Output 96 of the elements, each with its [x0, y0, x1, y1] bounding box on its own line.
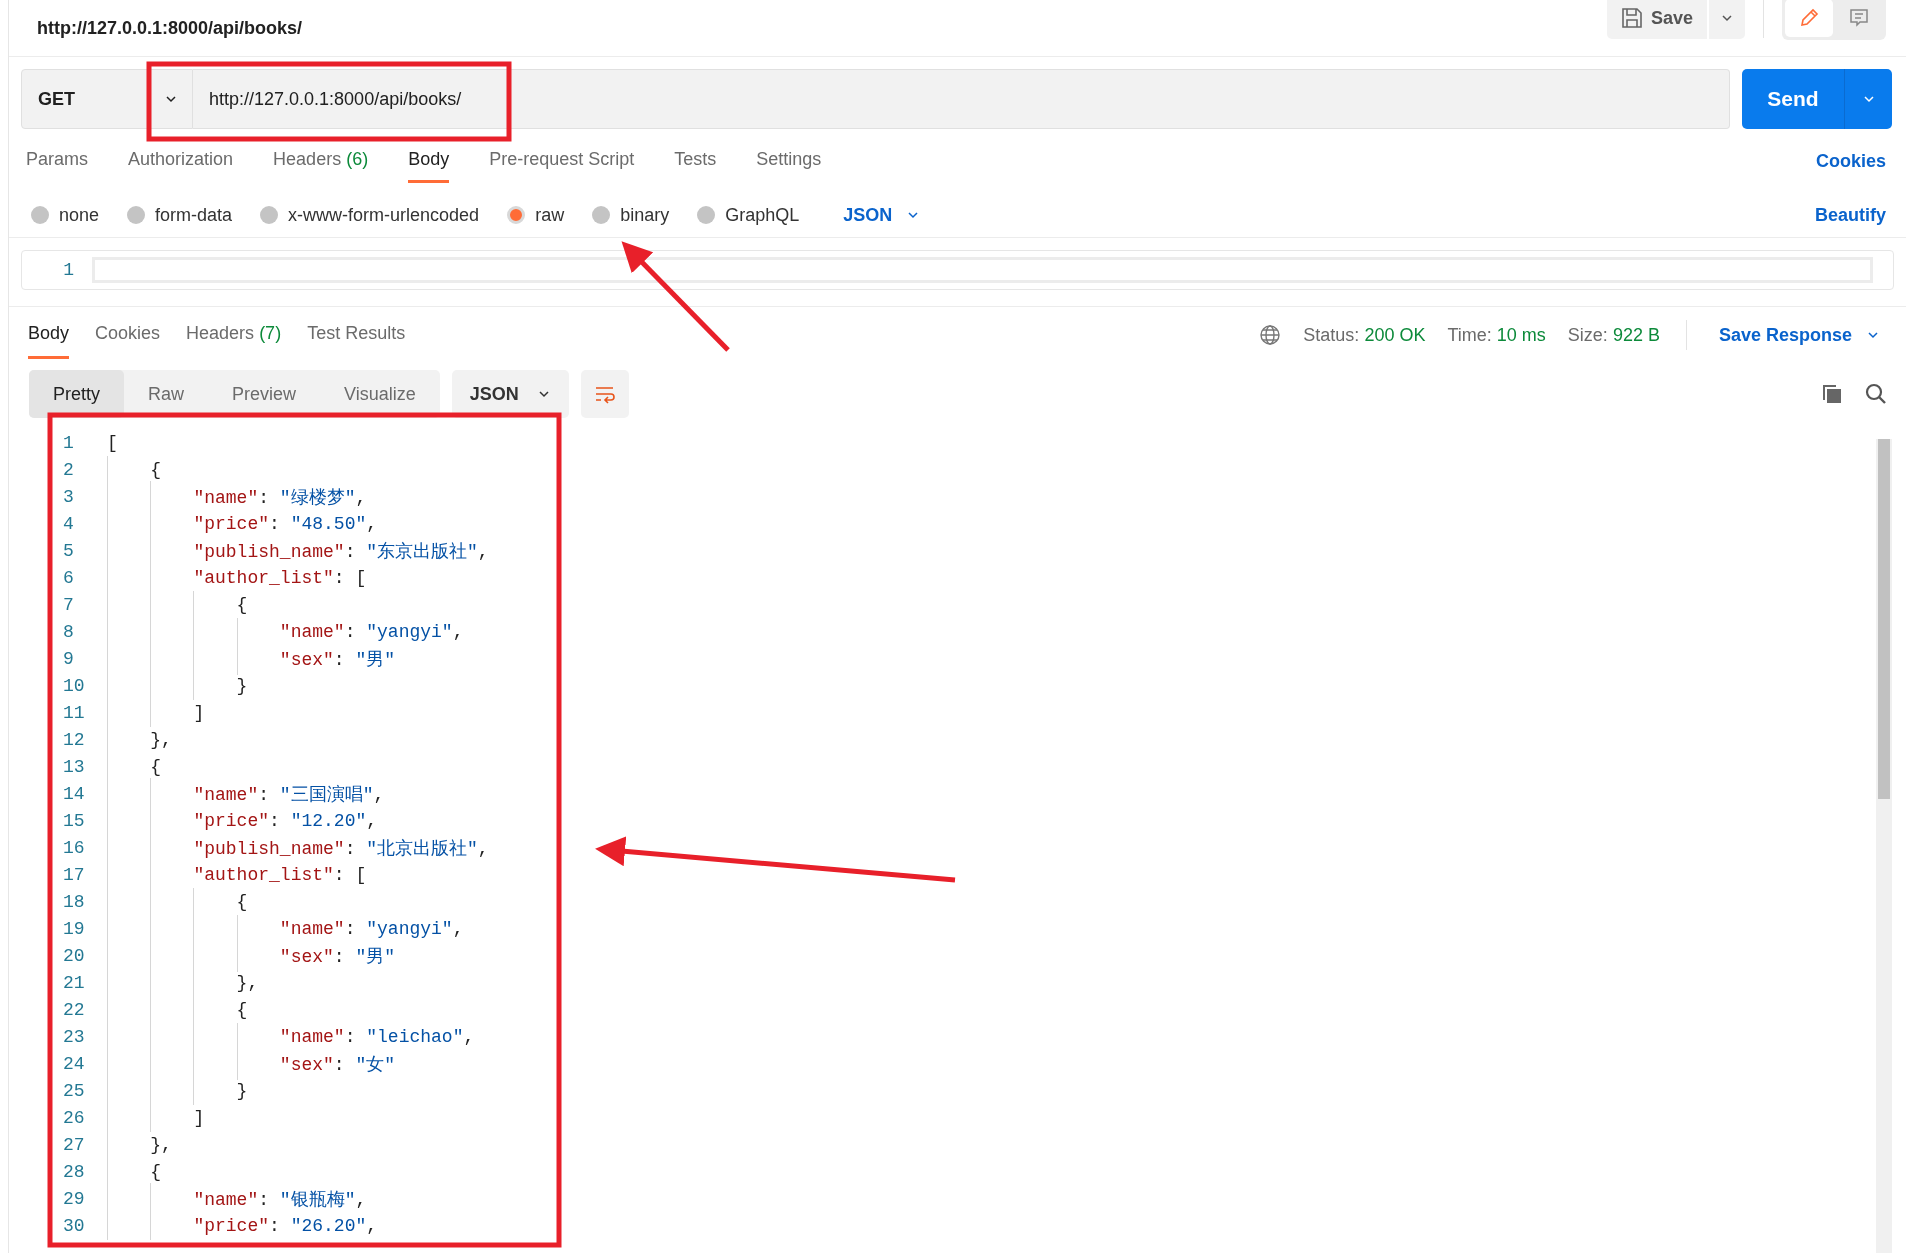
beautify-link[interactable]: Beautify — [1809, 203, 1892, 227]
radio-dot[interactable] — [592, 206, 611, 224]
view-mode-tab[interactable]: Pretty — [29, 370, 124, 418]
line-number: 4 — [62, 513, 75, 534]
line-number: 28 — [62, 1161, 86, 1182]
view-mode-tab[interactable]: Preview — [208, 370, 321, 418]
line-number: 15 — [62, 810, 86, 831]
line-number: 13 — [62, 756, 86, 777]
line-number: 2 — [62, 459, 75, 480]
body-type-radio[interactable]: binary — [592, 204, 670, 226]
code-line: }, — [107, 1134, 172, 1155]
format-dropdown[interactable]: JSON — [451, 370, 569, 418]
request-tab[interactable]: Pre-request Script — [489, 139, 635, 183]
request-title: http://127.0.0.1:8000/api/books/ — [37, 17, 304, 39]
response-stat: Status: 200 OK — [1303, 324, 1426, 346]
line-number: 23 — [62, 1026, 86, 1047]
line-number: 21 — [62, 972, 86, 993]
view-mode-tab[interactable]: Visualize — [320, 370, 440, 418]
code-line: "publish_name": "北京出版社", — [107, 835, 489, 860]
pencil-icon — [1798, 7, 1820, 29]
copy-icon — [1820, 382, 1844, 406]
view-mode-tab[interactable]: Raw — [124, 370, 209, 418]
wrap-lines-button[interactable] — [580, 370, 629, 418]
line-number: 1 — [62, 260, 75, 280]
body-type-radio[interactable]: GraphQL — [697, 204, 800, 226]
line-number: 22 — [62, 999, 86, 1020]
line-number: 6 — [62, 567, 75, 588]
code-line: "name": "leichao", — [107, 1026, 475, 1047]
line-number: 3 — [62, 486, 75, 507]
request-tab[interactable]: Settings — [756, 139, 822, 183]
code-line: "name": "三国演唱", — [107, 781, 385, 806]
line-number: 7 — [62, 594, 75, 615]
response-stat: Time: 10 ms — [1447, 324, 1546, 346]
url-field[interactable]: http://127.0.0.1:8000/api/books/ — [193, 69, 1730, 129]
save-response-button[interactable]: Save Response — [1712, 323, 1886, 347]
request-tab[interactable]: Body — [408, 139, 450, 183]
line-number: 11 — [62, 702, 86, 723]
line-number: 9 — [62, 648, 75, 669]
body-editor[interactable]: 1 — [21, 250, 1894, 290]
response-tab[interactable]: Headers (7) — [186, 311, 282, 359]
line-number: 24 — [62, 1053, 86, 1074]
radio-dot[interactable] — [31, 206, 49, 224]
radio-dot[interactable] — [697, 206, 716, 224]
line-number: 19 — [62, 918, 86, 939]
response-stat: Size: 922 B — [1567, 324, 1660, 346]
code-line: "name": "yangyi", — [107, 621, 464, 642]
body-type-radio[interactable]: none — [31, 204, 100, 226]
body-type-radio[interactable]: raw — [507, 204, 565, 226]
radio-dot[interactable] — [507, 206, 526, 224]
line-number: 12 — [62, 729, 86, 750]
request-tab[interactable]: Authorization — [128, 139, 234, 183]
response-tab[interactable]: Body — [28, 311, 70, 359]
line-number: 8 — [62, 621, 75, 642]
body-type-radio[interactable]: form-data — [127, 204, 233, 226]
radio-dot[interactable] — [127, 206, 146, 224]
code-line: { — [107, 891, 248, 912]
request-tab[interactable]: Params — [26, 139, 88, 183]
code-line: { — [107, 756, 161, 777]
line-number: 17 — [62, 864, 86, 885]
line-number: 16 — [62, 837, 86, 858]
code-line: { — [107, 1161, 161, 1182]
line-number: 14 — [62, 783, 86, 804]
line-number: 29 — [62, 1188, 86, 1209]
line-number: 1 — [62, 432, 75, 453]
response-tab[interactable]: Cookies — [95, 311, 161, 359]
code-line: "price": "48.50", — [107, 513, 378, 534]
comment-icon — [1848, 7, 1870, 29]
radio-dot[interactable] — [260, 206, 279, 224]
request-tab[interactable]: Headers (6) — [273, 139, 369, 183]
format-dropdown[interactable]: JSON — [837, 203, 927, 227]
line-number: 18 — [62, 891, 86, 912]
save-options-button[interactable] — [1709, 0, 1745, 39]
line-number: 5 — [62, 540, 75, 561]
code-line: { — [107, 459, 161, 480]
code-line: "author_list": [ — [107, 567, 367, 588]
code-line: { — [107, 999, 248, 1020]
save-button[interactable]: Save — [1606, 0, 1707, 39]
scrollbar[interactable] — [1876, 439, 1892, 1253]
cookies-link[interactable]: Cookies — [1809, 149, 1892, 173]
line-number: 25 — [62, 1080, 86, 1101]
request-tab[interactable]: Tests — [674, 139, 717, 183]
line-number: 27 — [62, 1134, 86, 1155]
line-number: 20 — [62, 945, 86, 966]
line-number: 26 — [62, 1107, 86, 1128]
code-line: { — [107, 594, 248, 615]
edit-mode-button[interactable] — [1785, 0, 1833, 37]
globe-icon[interactable] — [1259, 324, 1282, 346]
search-icon — [1864, 382, 1888, 406]
body-type-radio[interactable]: x-www-form-urlencoded — [260, 204, 480, 226]
line-number: 30 — [62, 1215, 86, 1236]
method-select[interactable]: GET — [21, 69, 193, 129]
response-tab[interactable]: Test Results — [307, 311, 406, 359]
code-line: }, — [107, 729, 172, 750]
line-number: 10 — [62, 675, 86, 696]
code-line: "name": "yangyi", — [107, 918, 464, 939]
code-line: [ — [107, 432, 118, 453]
